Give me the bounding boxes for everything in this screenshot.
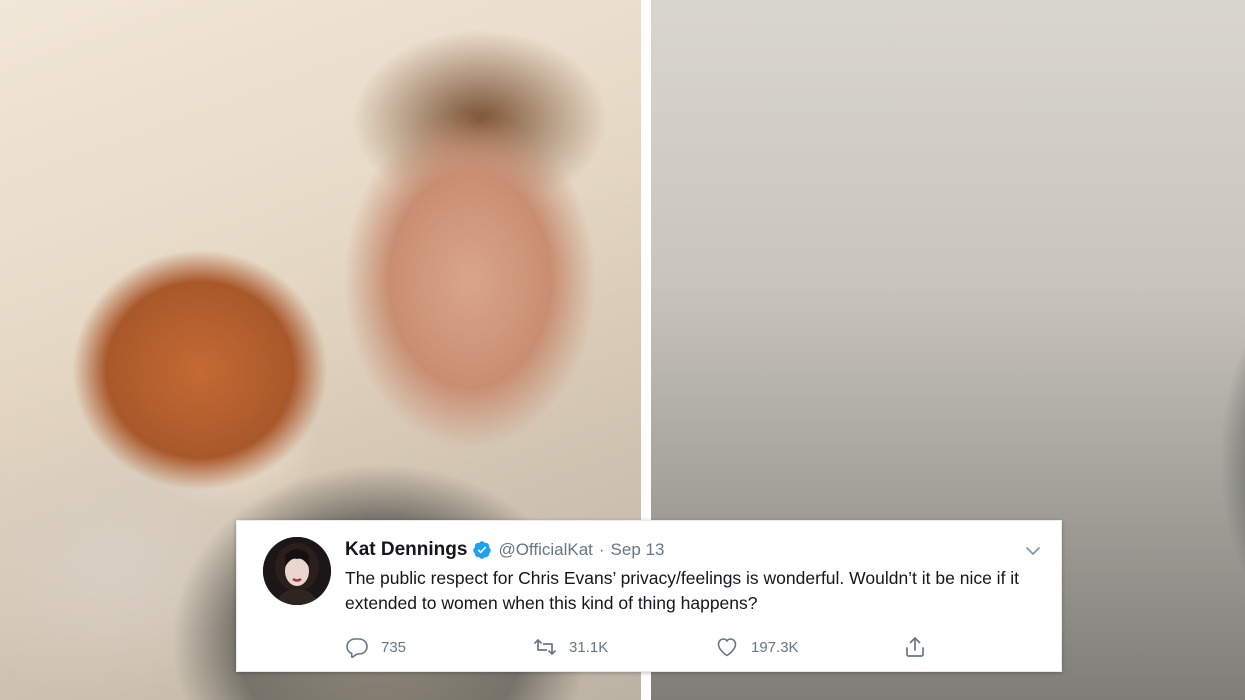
- retweet-count: 31.1K: [569, 638, 609, 656]
- header-separator: ·: [598, 540, 605, 559]
- share-icon: [906, 637, 924, 657]
- tweet-actions: 735 31.1K 197.3K: [345, 635, 1035, 661]
- tweet-text: The public respect for Chris Evans’ priv…: [345, 568, 1020, 613]
- like-button[interactable]: 197.3K: [715, 635, 799, 659]
- retweet-button[interactable]: 31.1K: [533, 635, 608, 659]
- reply-button[interactable]: 735: [345, 635, 406, 659]
- retweet-icon: [534, 639, 556, 655]
- reply-count: 735: [381, 638, 407, 656]
- verified-badge-icon: [472, 540, 492, 560]
- display-name[interactable]: Kat Dennings: [345, 539, 467, 561]
- share-button[interactable]: [903, 635, 927, 659]
- heart-icon: [717, 638, 737, 657]
- like-count: 197.3K: [751, 638, 799, 656]
- timestamp[interactable]: Sep 13: [611, 540, 665, 560]
- avatar[interactable]: [263, 537, 331, 605]
- tweet-header: Kat Dennings @OfficialKat · Sep 13: [345, 537, 664, 563]
- avatar-portrait: [263, 537, 331, 605]
- chevron-down-icon[interactable]: [1023, 543, 1043, 559]
- reply-icon: [346, 638, 368, 659]
- handle[interactable]: @OfficialKat: [498, 540, 592, 560]
- tweet-card[interactable]: Kat Dennings @OfficialKat · Sep 13 The p…: [236, 520, 1062, 672]
